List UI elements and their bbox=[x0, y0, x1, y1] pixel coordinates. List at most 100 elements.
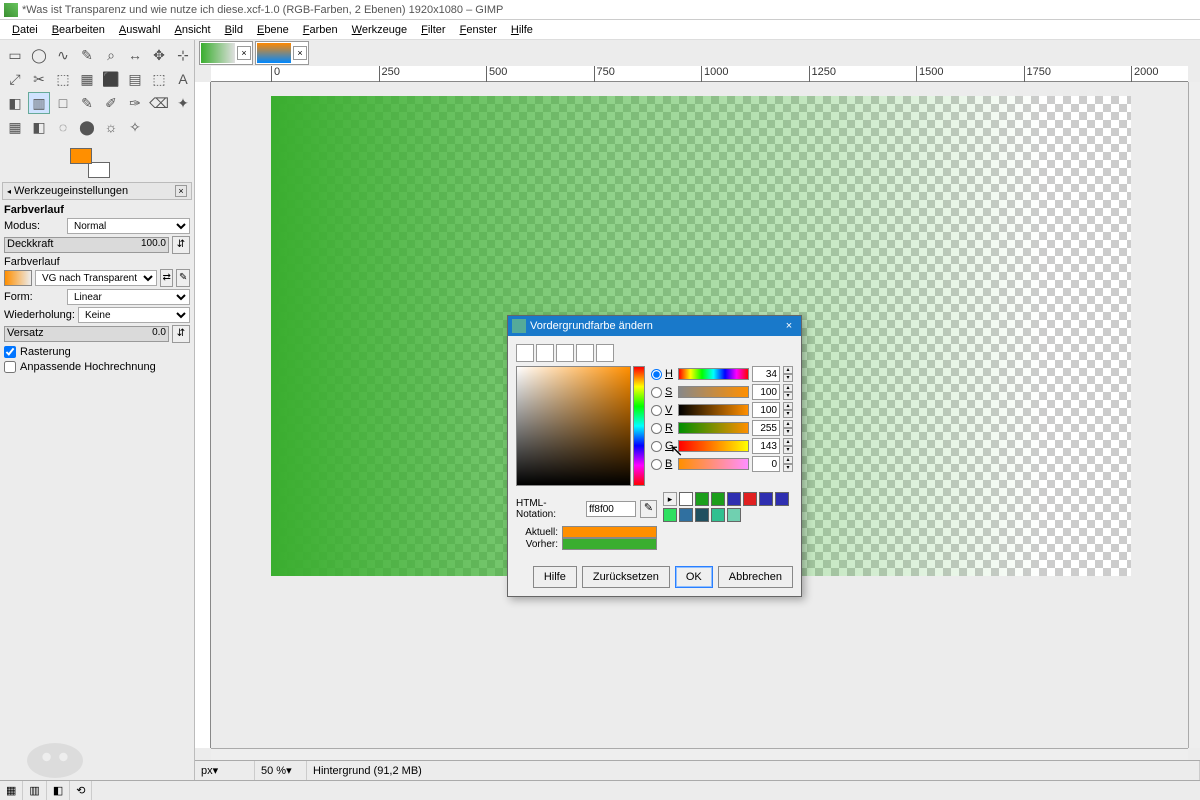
channel-value-v[interactable] bbox=[752, 402, 780, 418]
tool-4[interactable]: ⌕ bbox=[100, 44, 122, 66]
tool-6[interactable]: ✥ bbox=[148, 44, 170, 66]
taskbar-icon[interactable]: ⟲ bbox=[70, 781, 92, 800]
close-icon[interactable]: × bbox=[237, 46, 251, 60]
channel-radio-g[interactable] bbox=[651, 441, 662, 452]
close-icon[interactable]: × bbox=[293, 46, 307, 60]
swatch[interactable] bbox=[679, 508, 693, 522]
hue-slider[interactable] bbox=[633, 366, 645, 486]
dither-checkbox[interactable] bbox=[4, 346, 16, 358]
tool-0[interactable]: ▭ bbox=[4, 44, 26, 66]
image-tab-2[interactable]: × bbox=[255, 41, 309, 65]
scrollbar-vertical[interactable] bbox=[1188, 82, 1200, 748]
tool-16[interactable]: ◧ bbox=[4, 92, 26, 114]
offset-spin[interactable]: ⇵ bbox=[172, 325, 190, 343]
channel-spinner[interactable]: ▴▾ bbox=[783, 438, 793, 454]
tool-1[interactable]: ◯ bbox=[28, 44, 50, 66]
picker-tab-watercolor-icon[interactable] bbox=[556, 344, 574, 362]
channel-radio-v[interactable] bbox=[651, 405, 662, 416]
menu-fenster[interactable]: Fenster bbox=[454, 22, 503, 38]
eyedropper-icon[interactable]: ✎ bbox=[640, 500, 657, 518]
swatch[interactable] bbox=[711, 492, 725, 506]
channel-value-g[interactable] bbox=[752, 438, 780, 454]
swatch[interactable] bbox=[743, 492, 757, 506]
channel-slider-g[interactable] bbox=[678, 440, 749, 452]
scrollbar-horizontal[interactable] bbox=[211, 748, 1188, 760]
channel-value-h[interactable] bbox=[752, 366, 780, 382]
tool-15[interactable]: A bbox=[172, 68, 194, 90]
menu-ansicht[interactable]: Ansicht bbox=[169, 22, 217, 38]
swatch[interactable] bbox=[775, 492, 789, 506]
tool-13[interactable]: ▤ bbox=[124, 68, 146, 90]
menu-hilfe[interactable]: Hilfe bbox=[505, 22, 539, 38]
cancel-button[interactable]: Abbrechen bbox=[718, 566, 793, 588]
gradient-reverse-icon[interactable]: ⇄ bbox=[160, 269, 174, 287]
zoom-cell[interactable]: 50 % ▾ bbox=[255, 761, 307, 780]
channel-radio-r[interactable] bbox=[651, 423, 662, 434]
gradient-select[interactable]: VG nach Transparent bbox=[35, 270, 157, 286]
swatch[interactable] bbox=[727, 508, 741, 522]
sv-picker[interactable] bbox=[516, 366, 631, 486]
tool-17[interactable]: ▥ bbox=[28, 92, 50, 114]
tool-20[interactable]: ✐ bbox=[100, 92, 122, 114]
tool-11[interactable]: ▦ bbox=[76, 68, 98, 90]
fg-bg-color[interactable] bbox=[70, 148, 110, 178]
channel-radio-s[interactable] bbox=[651, 387, 662, 398]
mode-select[interactable]: Normal bbox=[67, 218, 190, 234]
tool-12[interactable]: ⬛ bbox=[100, 68, 122, 90]
menu-auswahl[interactable]: Auswahl bbox=[113, 22, 167, 38]
swatch[interactable] bbox=[679, 492, 693, 506]
channel-slider-v[interactable] bbox=[678, 404, 749, 416]
menu-bearbeiten[interactable]: Bearbeiten bbox=[46, 22, 111, 38]
menu-bild[interactable]: Bild bbox=[219, 22, 249, 38]
taskbar-icon[interactable]: ◧ bbox=[47, 781, 70, 800]
tool-19[interactable]: ✎ bbox=[76, 92, 98, 114]
swatch[interactable] bbox=[695, 508, 709, 522]
channel-slider-b[interactable] bbox=[678, 458, 749, 470]
image-tab-1[interactable]: × bbox=[199, 41, 253, 65]
swatch[interactable] bbox=[727, 492, 741, 506]
tool-29[interactable]: ✧ bbox=[124, 116, 146, 138]
previous-color[interactable] bbox=[562, 538, 657, 550]
channel-slider-s[interactable] bbox=[678, 386, 749, 398]
html-notation-input[interactable] bbox=[586, 501, 636, 517]
picker-tab-wheel-icon[interactable] bbox=[576, 344, 594, 362]
picker-tab-cmyk-icon[interactable] bbox=[536, 344, 554, 362]
ruler-horizontal[interactable]: 025050075010001250150017502000 bbox=[211, 66, 1188, 82]
channel-spinner[interactable]: ▴▾ bbox=[783, 456, 793, 472]
swatch-add-icon[interactable]: ▸ bbox=[663, 492, 677, 506]
channel-spinner[interactable]: ▴▾ bbox=[783, 366, 793, 382]
tool-8[interactable]: ⤢ bbox=[4, 68, 26, 90]
opacity-slider[interactable]: Deckkraft 100.0 bbox=[4, 237, 169, 253]
channel-radio-h[interactable] bbox=[651, 369, 662, 380]
tool-7[interactable]: ⊹ bbox=[172, 44, 194, 66]
channel-spinner[interactable]: ▴▾ bbox=[783, 402, 793, 418]
picker-tab-palette-icon[interactable] bbox=[596, 344, 614, 362]
channel-spinner[interactable]: ▴▾ bbox=[783, 420, 793, 436]
swatch[interactable] bbox=[663, 508, 677, 522]
taskbar-icon[interactable]: ▥ bbox=[23, 781, 46, 800]
channel-value-b[interactable] bbox=[752, 456, 780, 472]
channel-value-s[interactable] bbox=[752, 384, 780, 400]
channel-radio-b[interactable] bbox=[651, 459, 662, 470]
tool-5[interactable]: ↔ bbox=[124, 44, 146, 66]
adaptive-checkbox[interactable] bbox=[4, 361, 16, 373]
tool-10[interactable]: ⬚ bbox=[52, 68, 74, 90]
taskbar-icon[interactable]: ▦ bbox=[0, 781, 23, 800]
reset-button[interactable]: Zurücksetzen bbox=[582, 566, 670, 588]
tool-25[interactable]: ◧ bbox=[28, 116, 50, 138]
help-button[interactable]: Hilfe bbox=[533, 566, 577, 588]
tool-22[interactable]: ⌫ bbox=[148, 92, 170, 114]
menu-ebene[interactable]: Ebene bbox=[251, 22, 295, 38]
dialog-close-icon[interactable]: × bbox=[781, 320, 797, 332]
unit-cell[interactable]: px ▾ bbox=[195, 761, 255, 780]
menu-werkzeuge[interactable]: Werkzeuge bbox=[346, 22, 413, 38]
picker-tab-gimp-icon[interactable] bbox=[516, 344, 534, 362]
menu-datei[interactable]: Datei bbox=[6, 22, 44, 38]
dialog-titlebar[interactable]: Vordergrundfarbe ändern × bbox=[508, 316, 801, 336]
tool-9[interactable]: ✂ bbox=[28, 68, 50, 90]
tool-26[interactable]: ◌ bbox=[52, 116, 74, 138]
swatch[interactable] bbox=[695, 492, 709, 506]
channel-slider-r[interactable] bbox=[678, 422, 749, 434]
tool-21[interactable]: ✑ bbox=[124, 92, 146, 114]
ok-button[interactable]: OK bbox=[675, 566, 713, 588]
